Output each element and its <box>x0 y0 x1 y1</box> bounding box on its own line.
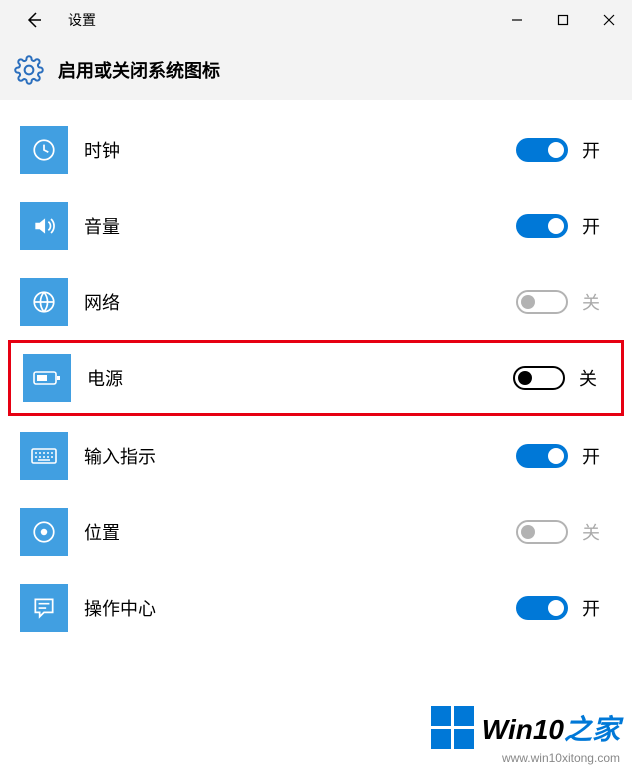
window-title: 设置 <box>68 10 96 30</box>
toggle-state-text: 关 <box>582 289 612 315</box>
window-controls <box>494 0 632 40</box>
setting-row-battery: 电源 关 <box>8 340 624 416</box>
watermark-brand: Win10之家 <box>482 708 620 748</box>
setting-row-action-center: 操作中心 开 <box>0 570 632 646</box>
setting-label: 操作中心 <box>84 595 156 621</box>
watermark-prefix: Win10 <box>482 714 564 745</box>
setting-label: 时钟 <box>84 137 120 163</box>
toggle-battery[interactable] <box>513 366 565 390</box>
toggle-state-text: 开 <box>582 137 612 163</box>
setting-label: 输入指示 <box>84 443 156 469</box>
setting-row-globe: 网络 关 <box>0 264 632 340</box>
toggle-state-text: 关 <box>579 365 609 391</box>
toggle-state-text: 开 <box>582 213 612 239</box>
arrow-left-icon <box>24 10 44 30</box>
page-title: 启用或关闭系统图标 <box>58 57 220 83</box>
setting-label: 电源 <box>87 365 123 391</box>
toggle-state-text: 关 <box>582 519 612 545</box>
close-button[interactable] <box>586 0 632 40</box>
setting-label: 位置 <box>84 519 120 545</box>
toggle-state-text: 开 <box>582 443 612 469</box>
location-icon <box>20 508 68 556</box>
setting-row-location: 位置 关 <box>0 494 632 570</box>
titlebar: 设置 <box>0 0 632 40</box>
watermark-url: www.win10xitong.com <box>431 751 620 765</box>
minimize-button[interactable] <box>494 0 540 40</box>
watermark: Win10之家 www.win10xitong.com <box>431 706 620 765</box>
minimize-icon <box>511 14 523 26</box>
keyboard-icon <box>20 432 68 480</box>
page-header: 启用或关闭系统图标 <box>0 40 632 100</box>
setting-label: 音量 <box>84 213 120 239</box>
setting-row-volume: 音量 开 <box>0 188 632 264</box>
toggle-volume[interactable] <box>516 214 568 238</box>
toggle-location <box>516 520 568 544</box>
toggle-action-center[interactable] <box>516 596 568 620</box>
maximize-button[interactable] <box>540 0 586 40</box>
toggle-globe <box>516 290 568 314</box>
volume-icon <box>20 202 68 250</box>
maximize-icon <box>557 14 569 26</box>
battery-icon <box>23 354 71 402</box>
toggle-state-text: 开 <box>582 595 612 621</box>
watermark-suffix: 之家 <box>564 714 620 745</box>
setting-row-clock: 时钟 开 <box>0 112 632 188</box>
gear-icon <box>12 53 46 87</box>
toggle-keyboard[interactable] <box>516 444 568 468</box>
action-center-icon <box>20 584 68 632</box>
settings-list: 时钟 开 音量 开 网络 关 电源 关 输入指示 开 位置 关 操作中心 <box>0 100 632 656</box>
globe-icon <box>20 278 68 326</box>
windows-logo-icon <box>431 706 474 749</box>
toggle-clock[interactable] <box>516 138 568 162</box>
close-icon <box>603 14 615 26</box>
setting-label: 网络 <box>84 289 120 315</box>
back-button[interactable] <box>10 0 58 40</box>
setting-row-keyboard: 输入指示 开 <box>0 418 632 494</box>
clock-icon <box>20 126 68 174</box>
